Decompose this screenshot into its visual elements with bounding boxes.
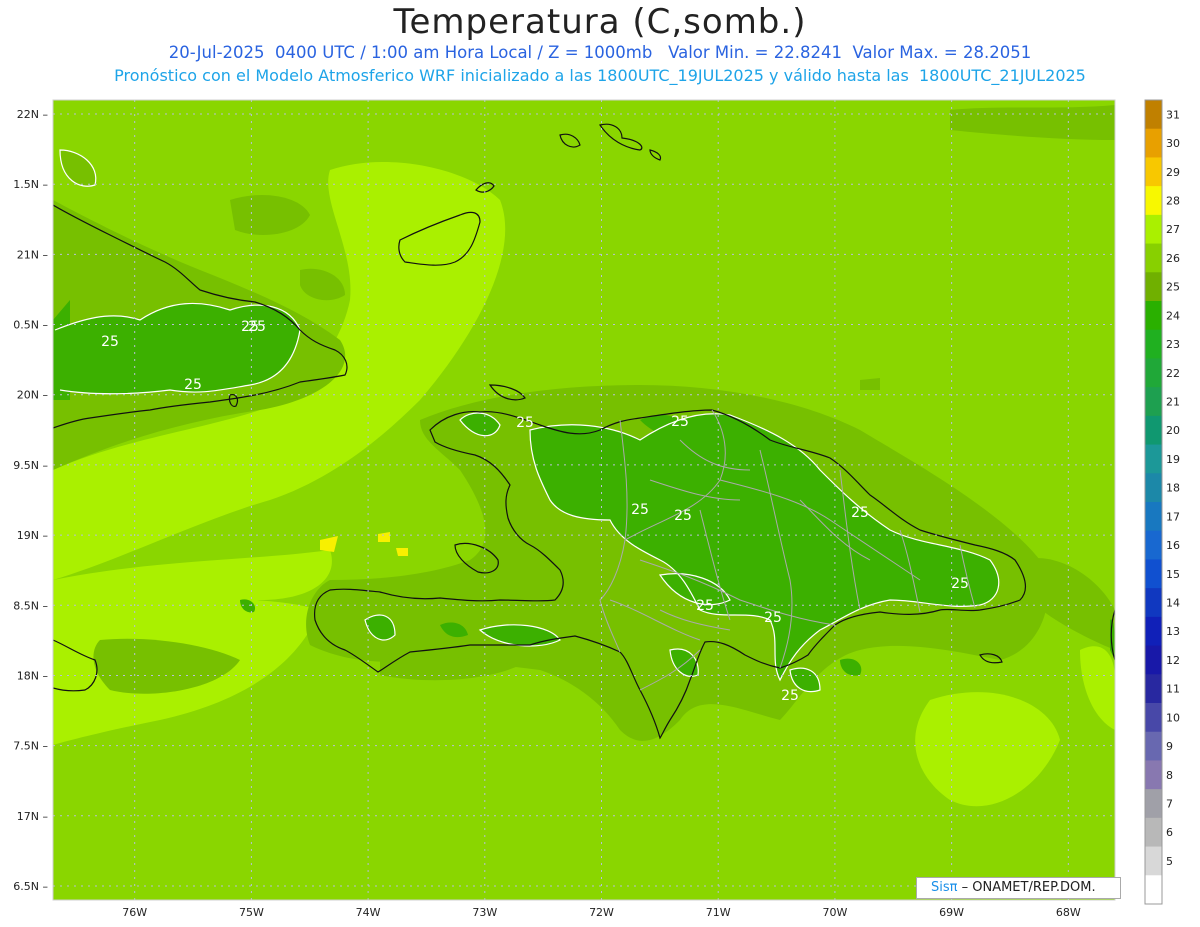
plot-area: 25 2525 25 252525252525252525	[53, 100, 1115, 900]
coast-cay-5	[53, 213, 54, 215]
lat-tick-label: 8.5N –	[13, 599, 48, 612]
colorbar-label: 12	[1166, 654, 1180, 667]
lat-tick-label: 19N –	[17, 529, 48, 542]
contour-label: 25	[101, 334, 119, 350]
colorbar-swatch	[1145, 760, 1162, 790]
colorbar-label: 20	[1166, 424, 1180, 437]
colorbar-swatch	[1145, 616, 1162, 647]
contour-label: 25	[851, 505, 869, 521]
colorbar-swatch	[1145, 415, 1162, 446]
colorbar-swatch	[1145, 473, 1162, 503]
colorbar-label: 16	[1166, 539, 1180, 552]
contour-label: 25	[764, 610, 782, 626]
colorbar-label: 17	[1166, 510, 1180, 523]
colorbar-label: 23	[1166, 338, 1180, 351]
colorbar-label: 26	[1166, 252, 1180, 265]
lon-tick-label: 76W	[122, 906, 147, 919]
longitude-axis: 76W 75W 74W 73W 72W 71W 70W 69W 68W	[122, 906, 1081, 919]
lon-tick-label: 69W	[939, 906, 964, 919]
lat-tick-label: 9.5N –	[13, 459, 48, 472]
lon-tick-label: 71W	[706, 906, 731, 919]
colorbar-swatch	[1145, 214, 1162, 245]
colorbar: 31 30 29 28 27 26 25 24 23 22 21 20 19 18 17 16 15 14 13 12…	[1144, 99, 1180, 905]
colorbar-swatch	[1145, 100, 1162, 130]
colorbar-swatch	[1145, 358, 1162, 388]
latitude-axis: 22N – 1.5N – 21N – 0.5N – 20N – 9.5N – 19N – 8.…	[13, 108, 48, 893]
colorbar-label: 28	[1166, 195, 1180, 208]
colorbar-swatch	[1145, 530, 1162, 560]
colorbar-swatch	[1145, 301, 1162, 331]
colorbar-label: 22	[1166, 367, 1180, 380]
colorbar-label: 8	[1166, 769, 1173, 782]
colorbar-swatch	[1145, 387, 1162, 417]
colorbar-label: 15	[1166, 568, 1180, 581]
colorbar-swatch	[1145, 789, 1162, 819]
colorbar-label: 31	[1166, 108, 1180, 121]
lon-tick-label: 70W	[822, 906, 847, 919]
lat-tick-label: 1.5N –	[13, 178, 48, 191]
contour-label: 25	[951, 576, 969, 592]
credit-text: – ONAMET/REP.DOM.	[957, 880, 1096, 895]
contour-label: 25	[696, 598, 714, 614]
colorbar-swatch	[1145, 157, 1162, 187]
colorbar-label: 18	[1166, 482, 1180, 495]
credit-brand: Sis	[931, 880, 950, 895]
colorbar-swatch	[1145, 502, 1162, 532]
colorbar-label: 5	[1166, 855, 1173, 868]
colorbar-label: 14	[1166, 597, 1180, 610]
colorbar-swatch	[1145, 674, 1162, 704]
lon-tick-label: 68W	[1056, 906, 1081, 919]
lat-tick-label: 21N –	[17, 248, 48, 261]
colorbar-label: 21	[1166, 396, 1180, 409]
colorbar-label: 9	[1166, 740, 1173, 753]
colorbar-label: 7	[1166, 798, 1173, 811]
colorbar-swatch	[1145, 588, 1162, 618]
colorbar-label: 25	[1166, 281, 1180, 294]
colorbar-swatch	[1145, 703, 1162, 733]
colorbar-label: 11	[1166, 683, 1180, 696]
lon-tick-label: 73W	[472, 906, 497, 919]
lon-tick-label: 74W	[356, 906, 381, 919]
colorbar-label: 30	[1166, 137, 1180, 150]
temperature-map: 25 25 25 25 25 25 25 25 25 25 25 25 25 22N – 1.5N – 21…	[13, 99, 1180, 919]
colorbar-label: 19	[1166, 453, 1180, 466]
lat-tick-label: 6.5N –	[13, 880, 48, 893]
lon-tick-label: 75W	[239, 906, 264, 919]
colorbar-swatch	[1145, 645, 1162, 675]
colorbar-swatch	[1145, 186, 1162, 216]
colorbar-swatch	[1145, 875, 1162, 905]
colorbar-label: 24	[1166, 309, 1180, 322]
colorbar-swatch	[1145, 444, 1162, 474]
contour-label: 25	[781, 688, 799, 704]
contour-label: 25	[671, 414, 689, 430]
contour-label: 25	[674, 508, 692, 524]
lat-tick-label: 18N –	[17, 669, 48, 682]
colorbar-swatch	[1145, 846, 1162, 876]
colorbar-swatch	[1145, 243, 1162, 273]
contour-label: 25	[631, 502, 649, 518]
lat-tick-label: 17N –	[17, 810, 48, 823]
contour-label: 25	[516, 415, 534, 431]
lat-tick-label: 0.5N –	[13, 319, 48, 332]
lat-tick-label: 7.5N –	[13, 740, 48, 753]
colorbar-swatch	[1145, 559, 1162, 589]
colorbar-swatch	[1145, 329, 1162, 359]
colorbar-swatch	[1145, 817, 1162, 848]
colorbar-swatch	[1145, 731, 1162, 761]
colorbar-label: 29	[1166, 166, 1180, 179]
colorbar-label: 13	[1166, 625, 1180, 638]
colorbar-label: 6	[1166, 826, 1173, 839]
colorbar-label: 10	[1166, 711, 1180, 724]
contour-label: 25	[184, 377, 202, 393]
lon-tick-label: 72W	[589, 906, 614, 919]
lat-tick-label: 20N –	[17, 389, 48, 402]
colorbar-swatch	[1145, 128, 1162, 158]
credit-box: Sisπ – ONAMET/REP.DOM.	[916, 877, 1121, 899]
contour-label: 25	[248, 319, 266, 335]
colorbar-swatch	[1145, 272, 1162, 302]
colorbar-label: 27	[1166, 223, 1180, 236]
lat-tick-label: 22N –	[17, 108, 48, 121]
